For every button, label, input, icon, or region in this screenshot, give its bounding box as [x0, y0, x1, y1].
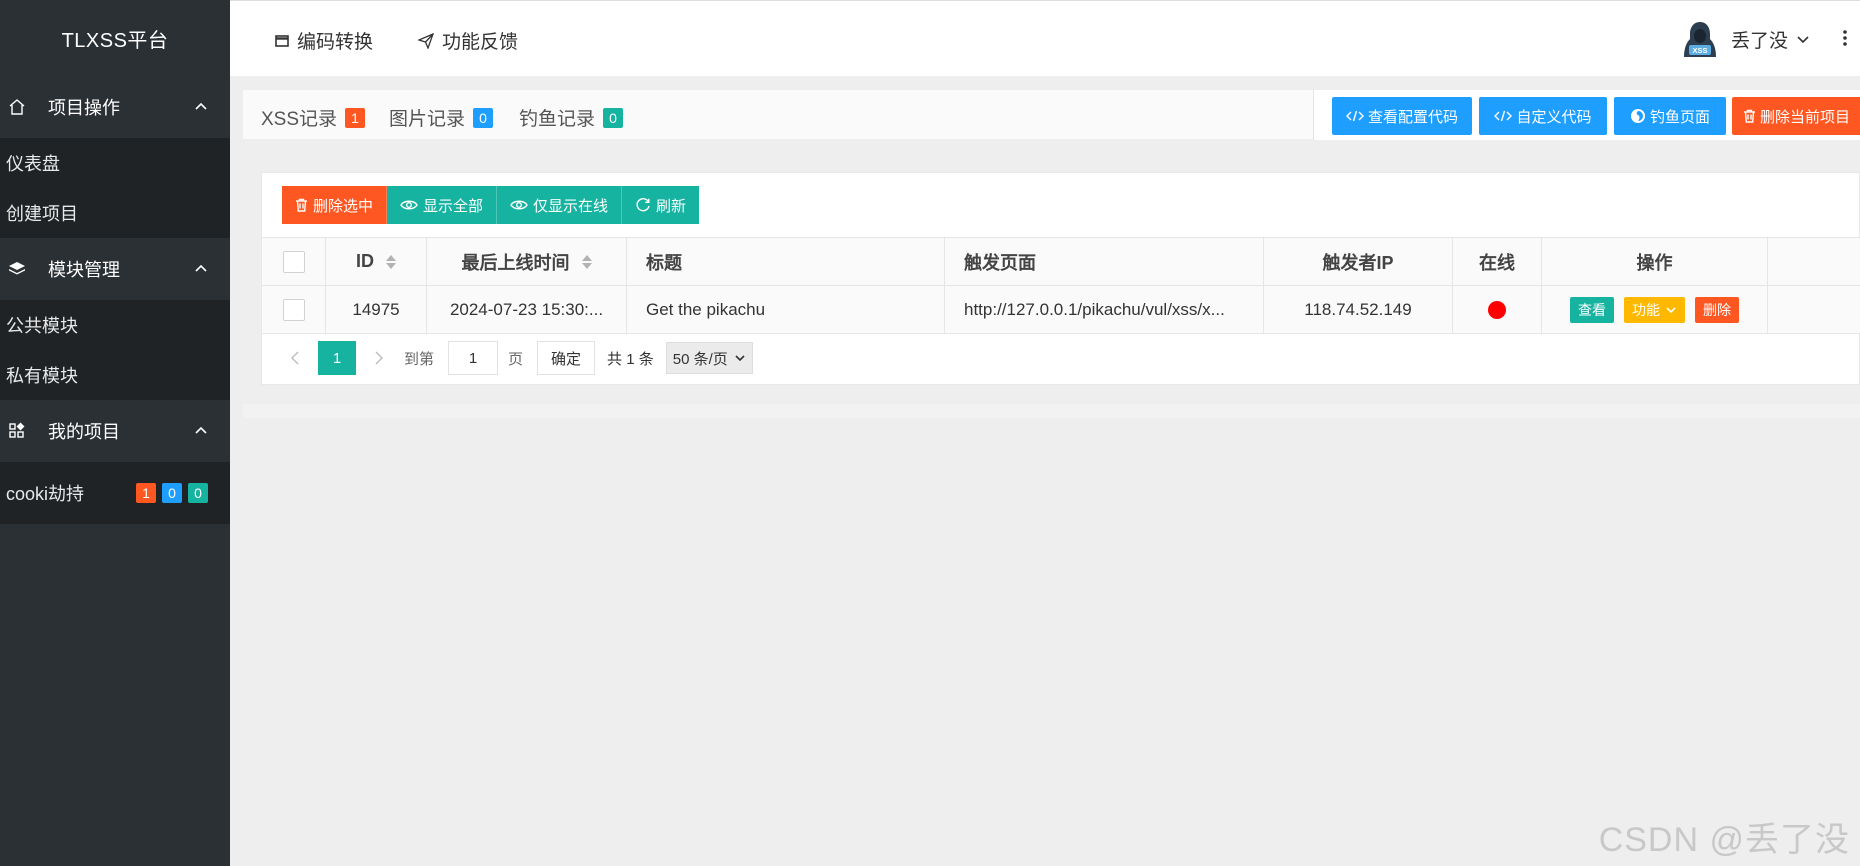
cell-trigger-ip: 118.74.52.149: [1264, 286, 1453, 333]
view-config-code-button[interactable]: 查看配置代码: [1332, 97, 1472, 135]
column-header-actions: 操作: [1542, 238, 1768, 285]
app-logo[interactable]: TLXSS平台: [0, 0, 230, 76]
sidebar-item-project[interactable]: cooki劫持 1 0 0: [0, 462, 230, 524]
page-suffix: 页: [508, 350, 524, 368]
sidebar-item-public-modules[interactable]: 公共模块: [0, 300, 230, 350]
sidebar-group-label: 模块管理: [48, 260, 120, 280]
column-header-trigger-ip: 触发者IP: [1264, 238, 1453, 285]
column-header-title: 标题: [627, 238, 945, 285]
phishing-page-button[interactable]: 钓鱼页面: [1614, 97, 1726, 135]
record-tabs: XSS记录 1 图片记录 0 钓鱼记录 0 查看配置代码 自定义代码 钓鱼页面 …: [243, 90, 1860, 140]
current-page[interactable]: 1: [318, 341, 356, 375]
column-header-last-online[interactable]: 最后上线时间: [427, 238, 627, 285]
project-image-count: 0: [162, 483, 182, 503]
sidebar-item-dashboard[interactable]: 仪表盘: [0, 138, 230, 188]
user-name: 丢了没: [1730, 30, 1788, 52]
feedback-link[interactable]: 功能反馈: [418, 27, 518, 54]
top-header: 编码转换 功能反馈 XSS 丢了没: [230, 0, 1860, 76]
sort-icon[interactable]: [386, 254, 396, 269]
project-name: cooki劫持: [6, 484, 85, 504]
delete-selected-button[interactable]: 删除选中: [282, 186, 388, 224]
sidebar: TLXSS平台 项目操作 仪表盘 创建项目 模块管理 公共模块 私有模块 我的项…: [0, 0, 230, 866]
tab-xss-records[interactable]: XSS记录 1: [261, 104, 366, 131]
table-toolbar: 删除选中 显示全部 仅显示在线 刷新: [282, 186, 700, 224]
tab-image-records[interactable]: 图片记录 0: [389, 104, 494, 131]
sidebar-sub-project-ops: 仪表盘 创建项目: [0, 138, 230, 238]
apps-icon: [6, 420, 28, 442]
chevron-down-icon: [735, 355, 745, 362]
user-menu[interactable]: XSS 丢了没: [1681, 19, 1810, 59]
trash-icon: [296, 198, 307, 212]
refresh-icon: [636, 198, 650, 212]
send-icon: [418, 32, 434, 49]
records-table: ID 最后上线时间 标题 触发页面 触发者IP 在线 操作 14975 2024…: [262, 237, 1860, 334]
column-header-trigger-page: 触发页面: [945, 238, 1264, 285]
show-online-only-button[interactable]: 仅显示在线: [497, 186, 623, 224]
records-card: 删除选中 显示全部 仅显示在线 刷新 ID 最后上线时间 标题 触发页面 触发者…: [261, 172, 1860, 385]
cell-title: Get the pikachu: [627, 286, 945, 333]
goto-label: 到第: [404, 350, 435, 368]
sidebar-sub-modules: 公共模块 私有模块: [0, 300, 230, 400]
sidebar-group-project-ops[interactable]: 项目操作: [0, 76, 230, 138]
tab-phish-records[interactable]: 钓鱼记录 0: [519, 104, 624, 131]
pagination: 1 到第 1 页 确定 共 1 条 50 条/页: [282, 341, 753, 375]
sidebar-group-label: 我的项目: [48, 422, 120, 442]
sidebar-sub-my-projects: cooki劫持 1 0 0: [0, 462, 230, 524]
delete-row-button[interactable]: 删除: [1695, 296, 1739, 323]
goto-page-input[interactable]: 1: [448, 341, 499, 375]
cell-last-online: 2024-07-23 15:30:...: [449, 299, 604, 319]
svg-text:XSS: XSS: [1692, 46, 1707, 55]
next-page-icon[interactable]: [366, 351, 392, 365]
row-checkbox[interactable]: [282, 298, 305, 321]
cell-trigger-page: http://127.0.0.1/pikachu/vul/xss/x...: [964, 299, 1225, 319]
total-count: 共 1 条: [607, 350, 654, 368]
function-dropdown-button[interactable]: 功能: [1624, 296, 1685, 323]
custom-code-button[interactable]: 自定义代码: [1479, 97, 1607, 135]
home-icon: [6, 96, 28, 118]
delete-project-button[interactable]: 删除当前项目: [1732, 97, 1860, 135]
more-vertical-icon[interactable]: [1842, 29, 1848, 52]
firefox-icon: [1630, 109, 1645, 123]
sidebar-item-private-modules[interactable]: 私有模块: [0, 350, 230, 400]
cell-id: 14975: [326, 286, 427, 333]
chevron-up-icon: [194, 422, 208, 443]
code-icon: [1494, 110, 1513, 122]
sidebar-group-my-projects[interactable]: 我的项目: [0, 400, 230, 462]
avatar: XSS: [1683, 22, 1716, 57]
project-xss-count: 1: [136, 483, 156, 503]
tab-badge: 0: [603, 107, 624, 128]
code-icon: [1345, 110, 1364, 122]
sidebar-group-label: 项目操作: [48, 98, 120, 118]
chevron-down-icon: [1666, 306, 1676, 313]
view-button[interactable]: 查看: [1570, 296, 1614, 323]
refresh-button[interactable]: 刷新: [622, 186, 700, 224]
sidebar-item-create-project[interactable]: 创建项目: [0, 188, 230, 238]
online-status-dot: [1488, 300, 1506, 319]
column-header-online: 在线: [1453, 238, 1542, 285]
sidebar-group-modules[interactable]: 模块管理: [0, 238, 230, 300]
watermark: CSDN @丢了没: [1598, 821, 1850, 859]
table-header-row: ID 最后上线时间 标题 触发页面 触发者IP 在线 操作: [262, 238, 1860, 286]
project-phish-count: 0: [188, 483, 208, 503]
chevron-up-icon: [194, 98, 208, 119]
per-page-select[interactable]: 50 条/页: [665, 342, 753, 374]
trash-icon: [1743, 109, 1755, 123]
tab-badge: 1: [345, 107, 366, 128]
goto-confirm-button[interactable]: 确定: [537, 341, 596, 375]
column-header-id[interactable]: ID: [326, 238, 427, 285]
chevron-down-icon: [1797, 36, 1809, 44]
show-all-button[interactable]: 显示全部: [387, 186, 498, 224]
prev-page-icon[interactable]: [282, 351, 308, 365]
window-icon: [275, 34, 289, 47]
eye-icon: [510, 200, 528, 210]
sort-icon[interactable]: [581, 254, 592, 269]
tab-badge: 0: [473, 107, 494, 128]
eye-icon: [400, 200, 418, 210]
table-row: 14975 2024-07-23 15:30:... Get the pikac…: [262, 286, 1860, 334]
chevron-up-icon: [194, 260, 208, 281]
project-action-buttons: 查看配置代码 自定义代码 钓鱼页面 删除当前项目: [1313, 90, 1860, 140]
select-all-checkbox[interactable]: [282, 250, 305, 273]
layers-icon: [6, 258, 28, 280]
encode-convert-link[interactable]: 编码转换: [275, 27, 373, 54]
